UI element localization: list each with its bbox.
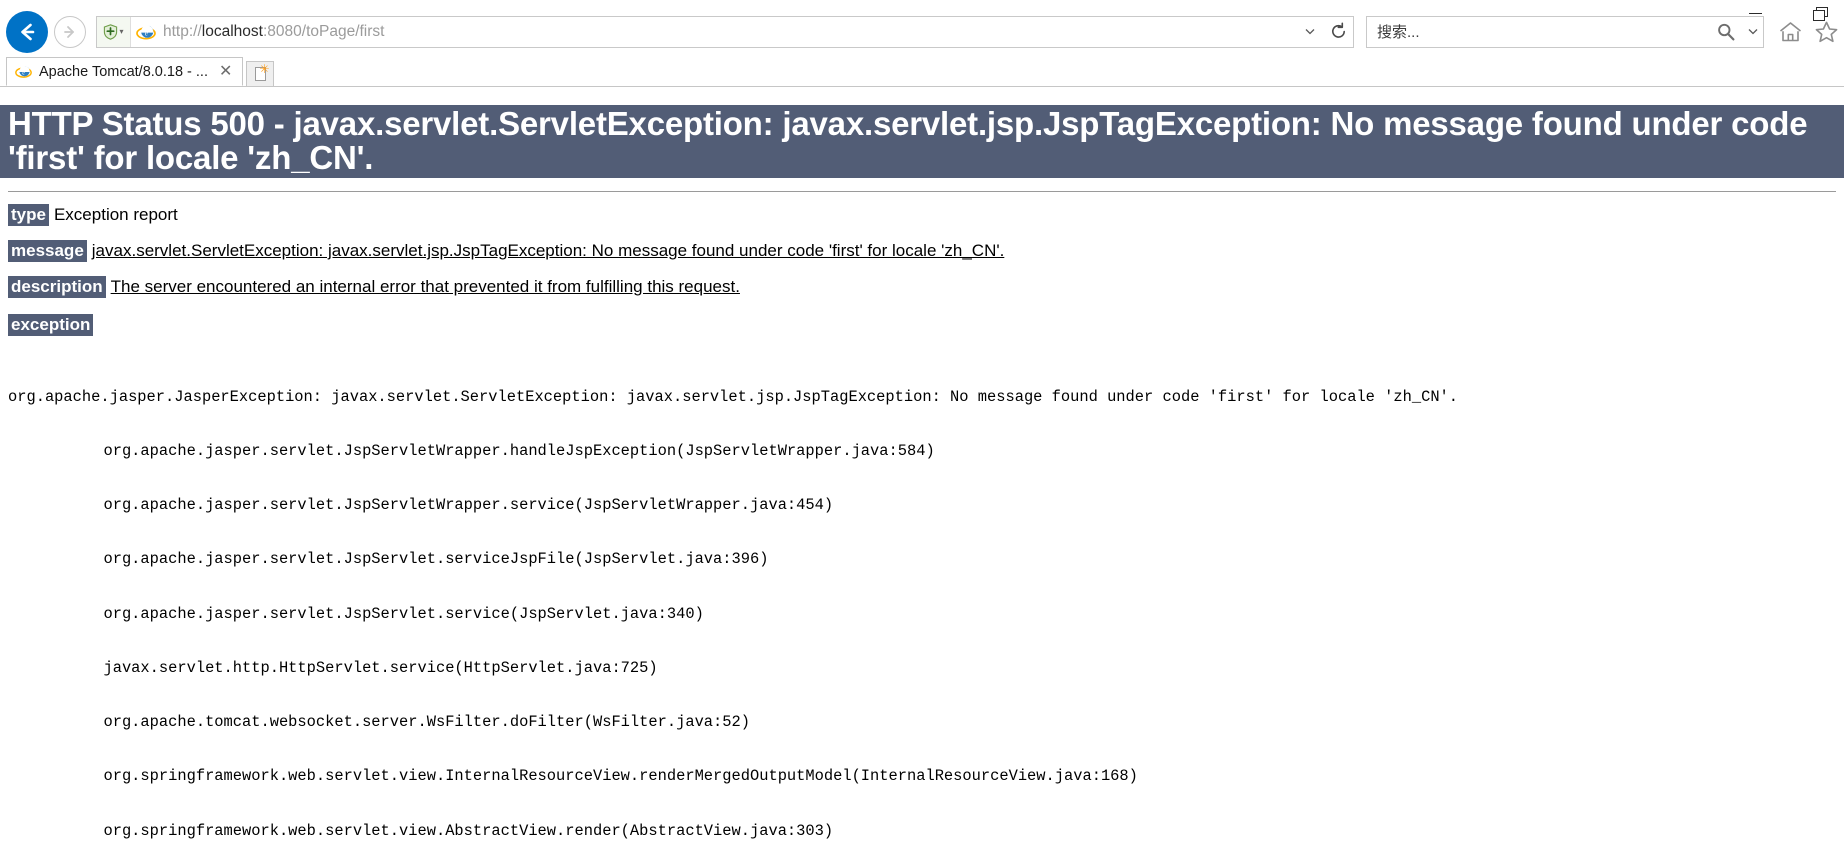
chevron-down-icon bbox=[1748, 29, 1758, 35]
error-row-type: type Exception report bbox=[8, 204, 1844, 227]
address-bar[interactable]: ▾ e http://localhost:8080/toPage/first bbox=[96, 15, 1354, 48]
new-tab-star-icon: ✳ bbox=[259, 62, 270, 76]
message-label: message bbox=[8, 240, 87, 263]
new-tab-button[interactable]: ✳ bbox=[246, 61, 275, 86]
ie-favicon-glyph: e bbox=[15, 65, 32, 78]
window-controls bbox=[1740, 0, 1834, 26]
error-row-exception: exception bbox=[8, 313, 1844, 336]
stack-trace-line: org.springframework.web.servlet.view.Int… bbox=[103, 767, 1138, 786]
stack-trace-head: org.apache.jasper.JasperException: javax… bbox=[8, 387, 1459, 406]
restore-icon bbox=[1812, 7, 1828, 21]
stack-trace-line: org.apache.jasper.servlet.JspServletWrap… bbox=[103, 441, 935, 460]
stack-trace-line: org.apache.jasper.servlet.JspServlet.ser… bbox=[103, 550, 769, 569]
heading-divider bbox=[8, 191, 1836, 193]
page-content: HTTP Status 500 - javax.servlet.ServletE… bbox=[0, 87, 1844, 865]
search-dropdown-button[interactable] bbox=[1743, 28, 1763, 35]
shield-caret-icon: ▾ bbox=[119, 27, 124, 36]
back-button[interactable] bbox=[6, 10, 48, 53]
tab-title: Apache Tomcat/8.0.18 - ... bbox=[39, 63, 208, 80]
exception-label: exception bbox=[8, 313, 94, 336]
description-value: The server encountered an internal error… bbox=[110, 276, 740, 296]
ie-logo-glyph: e bbox=[136, 25, 156, 39]
description-label: description bbox=[8, 275, 106, 298]
tracking-protection-button[interactable]: ▾ bbox=[97, 16, 131, 47]
url-host: localhost bbox=[201, 22, 263, 40]
refresh-button[interactable] bbox=[1323, 17, 1353, 47]
back-arrow-icon bbox=[21, 23, 35, 40]
type-value: Exception report bbox=[53, 205, 178, 225]
ie-logo-icon: e bbox=[131, 17, 161, 47]
stack-trace: org.apache.jasper.JasperException: javax… bbox=[8, 351, 1844, 865]
tab-strip: e Apache Tomcat/8.0.18 - ... ✕ ✳ bbox=[0, 57, 1844, 87]
tab-close-button[interactable]: ✕ bbox=[215, 63, 236, 80]
restore-button[interactable] bbox=[1804, 2, 1834, 24]
url-path: :8080/toPage/first bbox=[262, 22, 385, 40]
stack-trace-line: org.apache.jasper.servlet.JspServlet.ser… bbox=[103, 604, 704, 623]
forward-arrow-icon bbox=[64, 25, 74, 38]
tab-favicon-icon: e bbox=[15, 63, 32, 80]
search-button[interactable] bbox=[1709, 22, 1743, 42]
browser-window: ▾ e http://localhost:8080/toPage/first bbox=[0, 0, 1844, 865]
address-dropdown-button[interactable] bbox=[1297, 17, 1323, 47]
svg-text:e: e bbox=[22, 70, 25, 77]
error-row-description: description The server encountered an int… bbox=[8, 275, 1844, 298]
error-heading: HTTP Status 500 - javax.servlet.ServletE… bbox=[0, 105, 1844, 179]
error-row-message: message javax.servlet.ServletException: j… bbox=[8, 240, 1844, 263]
minimize-icon bbox=[1748, 12, 1762, 14]
stack-trace-line: javax.servlet.http.HttpServlet.service(H… bbox=[103, 658, 658, 677]
minimize-button[interactable] bbox=[1740, 2, 1770, 24]
search-box[interactable]: 搜索... bbox=[1366, 15, 1764, 48]
url-scheme: http:// bbox=[163, 22, 202, 40]
search-input[interactable]: 搜索... bbox=[1367, 21, 1709, 42]
shield-icon bbox=[104, 23, 118, 40]
type-label: type bbox=[8, 204, 49, 227]
stack-trace-line: org.springframework.web.servlet.view.Abs… bbox=[103, 821, 834, 840]
browser-tab[interactable]: e Apache Tomcat/8.0.18 - ... ✕ bbox=[6, 57, 244, 86]
chevron-down-icon bbox=[1305, 29, 1315, 35]
stack-trace-line: org.apache.jasper.servlet.JspServletWrap… bbox=[103, 496, 834, 515]
browser-toolbar: ▾ e http://localhost:8080/toPage/first bbox=[0, 0, 1844, 57]
forward-button[interactable] bbox=[54, 15, 86, 48]
message-value: javax.servlet.ServletException: javax.se… bbox=[91, 241, 1005, 261]
search-icon bbox=[1718, 23, 1735, 40]
stack-trace-line: org.apache.tomcat.websocket.server.WsFil… bbox=[103, 713, 750, 732]
url-text[interactable]: http://localhost:8080/toPage/first bbox=[161, 17, 1297, 47]
refresh-icon bbox=[1331, 22, 1345, 38]
